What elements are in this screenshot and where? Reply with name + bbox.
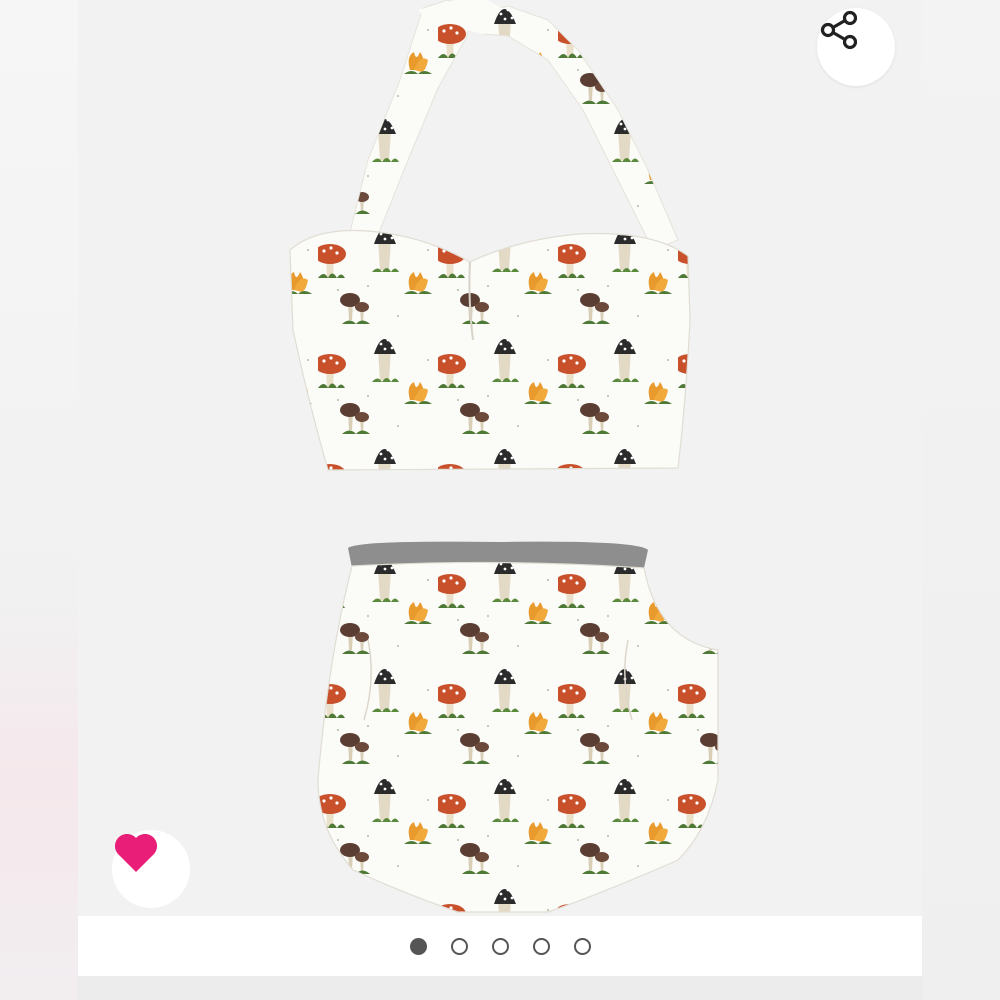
share-button[interactable]	[817, 8, 895, 86]
product-card	[78, 0, 922, 1000]
pagination-dot-3[interactable]	[491, 937, 509, 955]
background-blur-right	[922, 0, 1000, 1000]
pagination-dot-4[interactable]	[532, 937, 550, 955]
image-pagination	[78, 916, 922, 976]
section-divider	[78, 976, 922, 1000]
product-image[interactable]	[78, 0, 922, 916]
pagination-dot-5[interactable]	[573, 937, 591, 955]
background-blur-left	[0, 0, 78, 1000]
pagination-dot-1[interactable]	[409, 937, 427, 955]
like-button[interactable]	[112, 830, 190, 908]
pagination-dot-2[interactable]	[450, 937, 468, 955]
